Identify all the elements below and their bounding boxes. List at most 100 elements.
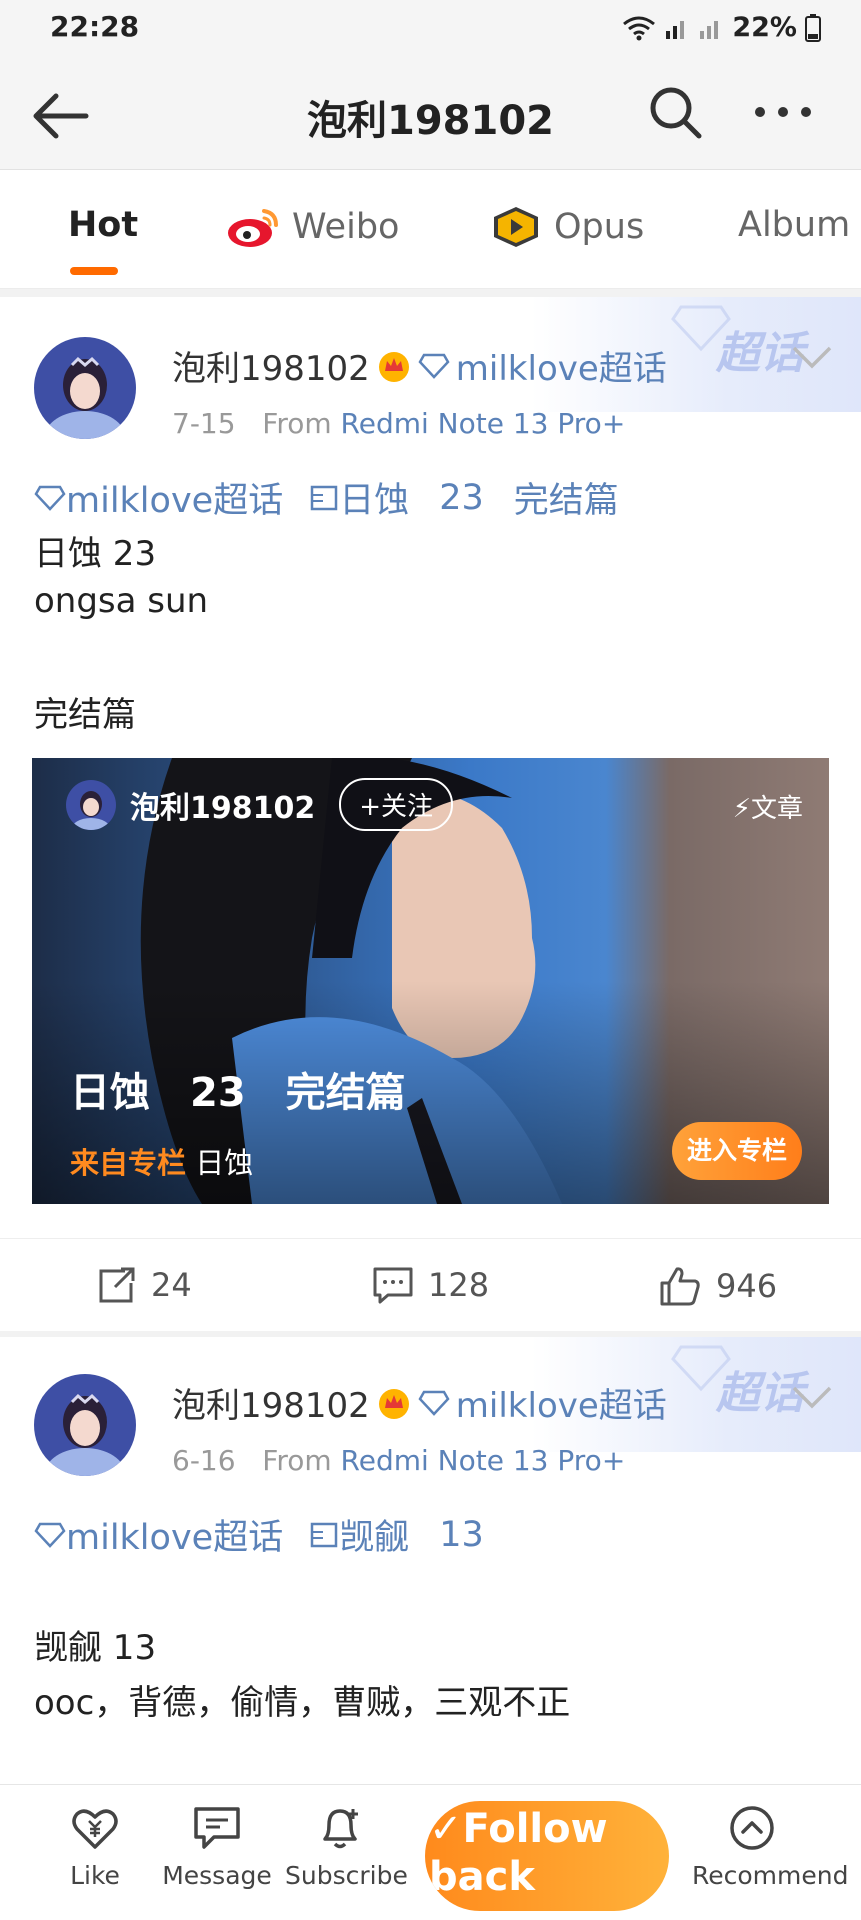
chevron-up-circle-icon xyxy=(730,1806,774,1850)
follow-back-label: ✓Follow back xyxy=(429,1806,608,1900)
subscribe-button[interactable]: Subscribe xyxy=(285,1805,408,1890)
tag-line: milklove超话 觊觎 13 xyxy=(34,1509,484,1560)
article-author-name[interactable]: 泡利198102 xyxy=(130,783,315,827)
author-name[interactable]: 泡利198102 xyxy=(172,341,370,390)
lightning-icon: ⚡ xyxy=(732,794,751,824)
avatar[interactable] xyxy=(34,1374,136,1476)
nav-bar: 泡利198102 xyxy=(0,60,861,170)
book-icon xyxy=(310,485,338,510)
article-card[interactable]: 泡利198102 +关注 ⚡文章 日蚀 23 完结篇 来自专栏 日蚀 进入专栏 xyxy=(32,758,829,1204)
column-tag[interactable]: 觊觎 xyxy=(339,1509,409,1560)
tab-opus[interactable]: Opus xyxy=(490,205,644,249)
post-actions: 24 128 946 xyxy=(0,1238,861,1330)
follow-button[interactable]: +关注 xyxy=(339,778,454,831)
article-title: 日蚀 23 完结篇 xyxy=(70,1070,406,1116)
post-date: 6-16 xyxy=(172,1444,236,1477)
recommend-button[interactable]: Recommend xyxy=(692,1805,849,1890)
post-text-line: 觊觎 13 xyxy=(34,1628,157,1668)
weibo-logo-icon xyxy=(228,209,278,247)
share-icon xyxy=(99,1267,135,1303)
repost-count: 24 xyxy=(151,1266,192,1304)
post-text-line: ongsa sun xyxy=(34,581,209,621)
status-time: 22:28 xyxy=(50,10,140,43)
author-line: 泡利198102 milklove超话 xyxy=(172,341,667,390)
tab-opus-label: Opus xyxy=(554,207,645,247)
tab-hot-label: Hot xyxy=(68,205,139,245)
tag-line: milklove超话 日蚀 23 完结篇 xyxy=(34,472,619,523)
article-source: 来自专栏 日蚀 xyxy=(70,1140,253,1182)
heart-yen-icon xyxy=(72,1809,118,1849)
avatar-image xyxy=(34,337,136,439)
crown-badge-icon xyxy=(378,351,409,382)
recommend-label: Recommend xyxy=(692,1861,849,1890)
article-column-name[interactable]: 日蚀 xyxy=(195,1146,253,1180)
author-line: 泡利198102 milklove超话 xyxy=(172,1378,667,1427)
message-button[interactable]: Message xyxy=(162,1805,272,1890)
opus-logo-icon xyxy=(494,207,538,247)
comment-icon xyxy=(373,1267,413,1304)
comment-button[interactable]: 128 xyxy=(372,1265,489,1305)
follow-back-button[interactable]: ✓Follow back xyxy=(425,1801,669,1911)
tab-album[interactable]: Album xyxy=(738,205,850,245)
more-icon[interactable] xyxy=(748,82,818,142)
page-title: 泡利198102 xyxy=(307,98,554,144)
avatar[interactable] xyxy=(34,337,136,439)
tag-number: 23 xyxy=(439,477,484,518)
enter-column-button[interactable]: 进入专栏 xyxy=(672,1122,802,1180)
diamond-icon xyxy=(34,1522,66,1548)
post-text-line: ooc，背德，偷情，曹贼，三观不正 xyxy=(34,1683,571,1723)
topic-tag[interactable]: milklove超话 xyxy=(66,472,283,523)
diamond-icon xyxy=(418,353,450,379)
tag-chapter: 完结篇 xyxy=(513,481,619,521)
post-text-line: 日蚀 23 xyxy=(34,534,157,574)
book-icon xyxy=(310,1522,338,1547)
like-tab-button[interactable]: Like xyxy=(40,1805,150,1890)
article-type-label: ⚡文章 xyxy=(733,788,803,825)
status-bar: 22:28 22% xyxy=(0,0,861,60)
profile-tabs: Hot Weibo Opus Album xyxy=(0,171,861,289)
device-link[interactable]: Redmi Note 13 Pro+ xyxy=(341,407,626,440)
like-count: 946 xyxy=(716,1267,778,1305)
column-tag[interactable]: 日蚀 xyxy=(339,472,409,523)
section-gap xyxy=(0,289,861,297)
from-label: From xyxy=(262,407,332,440)
chevron-down-icon[interactable] xyxy=(790,342,834,372)
topic-link[interactable]: milklove超话 xyxy=(456,1378,667,1427)
article-author: 泡利198102 +关注 xyxy=(66,778,454,831)
like-tab-label: Like xyxy=(70,1861,120,1890)
tab-weibo[interactable]: Weibo xyxy=(226,205,399,249)
signal-icon xyxy=(666,20,685,39)
author-name[interactable]: 泡利198102 xyxy=(172,1378,370,1427)
post-meta: 7-15 From Redmi Note 13 Pro+ xyxy=(172,407,625,440)
post-text-line: 完结篇 xyxy=(34,695,136,735)
diamond-icon xyxy=(34,485,66,511)
avatar-image xyxy=(34,1374,136,1476)
battery-icon xyxy=(805,13,821,42)
thumbs-up-icon xyxy=(660,1267,700,1306)
article-source-label: 来自专栏 xyxy=(70,1146,187,1180)
chevron-down-icon[interactable] xyxy=(790,1382,834,1412)
avatar[interactable] xyxy=(66,779,116,830)
post-card[interactable]: 超话 泡利198102 milklove超话 6-16 From Redmi N… xyxy=(0,1337,861,1784)
repost-button[interactable]: 24 xyxy=(95,1265,192,1305)
article-type-text: 文章 xyxy=(750,794,803,824)
comment-count: 128 xyxy=(428,1266,490,1304)
topic-tag[interactable]: milklove超话 xyxy=(66,1509,283,1560)
battery-percent: 22% xyxy=(732,12,797,43)
post-meta: 6-16 From Redmi Note 13 Pro+ xyxy=(172,1444,625,1477)
check-icon: ✓ xyxy=(429,1806,463,1852)
diamond-icon xyxy=(418,1390,450,1416)
status-icons: 22% xyxy=(622,12,821,43)
bell-plus-icon xyxy=(323,1809,358,1849)
device-link[interactable]: Redmi Note 13 Pro+ xyxy=(341,1444,626,1477)
post-date: 7-15 xyxy=(172,407,236,440)
tab-album-label: Album xyxy=(738,205,851,245)
wifi-icon xyxy=(623,16,656,40)
like-button[interactable]: 946 xyxy=(658,1265,777,1307)
search-icon[interactable] xyxy=(645,82,705,142)
tag-number: 13 xyxy=(439,1514,484,1555)
signal-icon-2 xyxy=(700,20,719,39)
topic-link[interactable]: milklove超话 xyxy=(456,341,667,390)
tab-hot[interactable]: Hot xyxy=(68,205,138,245)
tab-weibo-label: Weibo xyxy=(292,207,400,247)
